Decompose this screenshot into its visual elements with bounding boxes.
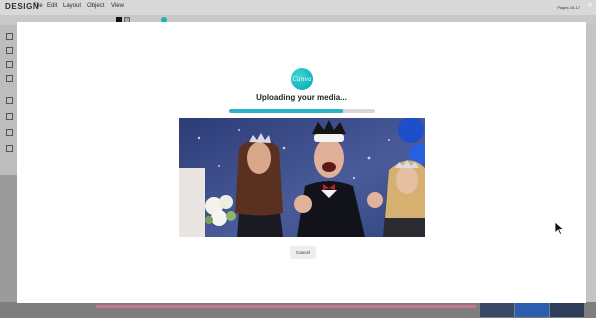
upload-progress-bar: [229, 109, 375, 113]
page-thumbnail[interactable]: [515, 302, 549, 317]
uploaded-photo-preview: [179, 118, 425, 237]
zoom-tool-icon[interactable]: [6, 129, 13, 136]
canva-logo-icon: Canva: [291, 68, 313, 90]
text-tool-icon[interactable]: [6, 61, 13, 68]
page-thumbnail[interactable]: [550, 302, 584, 317]
crop-tool-icon[interactable]: [6, 113, 13, 120]
close-icon[interactable]: ×: [587, 0, 593, 11]
cancel-button[interactable]: Cancel: [290, 246, 316, 259]
image-tool-icon[interactable]: [6, 97, 13, 104]
upload-modal: Canva Uploading your media... Cancel: [17, 22, 586, 303]
pages-indicator: Pages 16-17: [557, 5, 580, 10]
menu-bar: DESIGN File Edit Layout Object View Page…: [0, 0, 596, 16]
menu-view[interactable]: View: [111, 3, 124, 9]
tools-panel: [0, 25, 18, 175]
shape-tool-icon[interactable]: [6, 75, 13, 82]
menu-layout[interactable]: Layout: [63, 3, 81, 9]
mouse-pointer-icon: [554, 221, 565, 240]
page-thumbnail-strip: [0, 302, 596, 318]
photo-illustration: [179, 118, 425, 237]
page-thumbnail[interactable]: [480, 302, 514, 317]
hand-tool-icon[interactable]: [6, 145, 13, 152]
pen-tool-icon[interactable]: [6, 47, 13, 54]
brand-logo-text: Canva: [292, 75, 312, 83]
select-tool-icon[interactable]: [6, 33, 13, 40]
right-panel: [586, 25, 596, 305]
upload-progress-fill: [229, 109, 343, 113]
canvas-edge: [96, 305, 476, 308]
menu-object[interactable]: Object: [87, 3, 104, 9]
menu-file[interactable]: File: [33, 3, 43, 9]
menu-edit[interactable]: Edit: [47, 3, 57, 9]
upload-status-title: Uploading your media...: [256, 93, 347, 102]
